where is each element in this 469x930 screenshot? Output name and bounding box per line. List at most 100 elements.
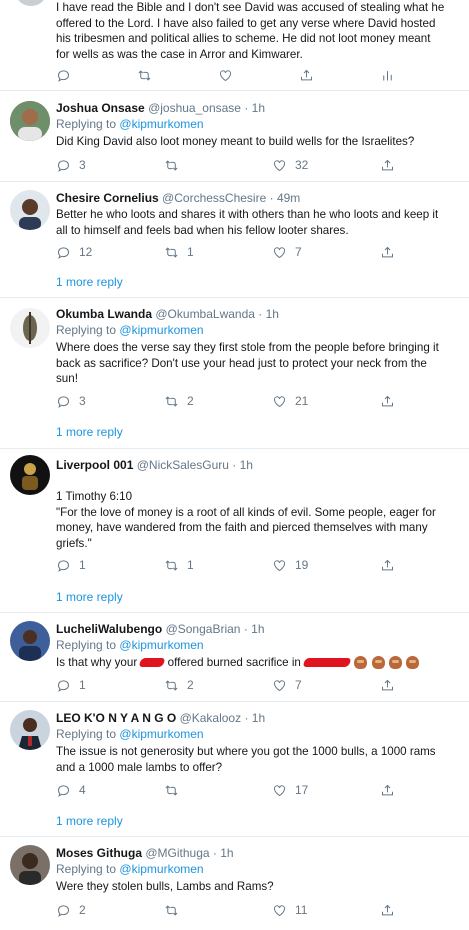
like-button[interactable]: 19: [272, 557, 308, 573]
mention-link[interactable]: @kipmurkomen: [119, 638, 203, 652]
tweet-text-line: money, have wandered from the faith and …: [56, 521, 428, 534]
retweet-button[interactable]: 1: [164, 557, 194, 573]
mention-link[interactable]: @kipmurkomen: [119, 727, 203, 741]
share-icon: [380, 245, 395, 260]
retweet-button[interactable]: [137, 67, 152, 83]
user-handle[interactable]: @Kakalooz: [180, 711, 242, 725]
share-icon: [299, 68, 314, 83]
user-handle[interactable]: @MGithuga: [145, 846, 209, 860]
avatar[interactable]: [10, 710, 50, 750]
avatar[interactable]: [10, 101, 50, 141]
reply-button[interactable]: 3: [56, 157, 86, 173]
reply-tweet[interactable]: Liverpool 001 @NickSalesGuru · 1h 1 Timo…: [0, 449, 469, 613]
avatar[interactable]: [10, 845, 50, 885]
user-handle[interactable]: @SongaBrian: [166, 622, 241, 636]
like-button[interactable]: 7: [272, 677, 302, 693]
redaction-mark: [138, 658, 167, 668]
reply-tweet[interactable]: Joshua Onsase @joshua_onsase · 1h Replyi…: [0, 91, 469, 182]
display-name[interactable]: LucheliWalubengo: [56, 622, 162, 636]
show-more-replies-link[interactable]: 1 more reply: [56, 425, 123, 439]
user-handle[interactable]: @OkumbaLwanda: [155, 307, 255, 321]
analytics-button[interactable]: [380, 67, 395, 83]
reply-icon: [56, 158, 71, 173]
like-button[interactable]: 17: [272, 782, 308, 798]
display-name[interactable]: Moses Githuga: [56, 846, 142, 860]
retweet-button[interactable]: [164, 902, 187, 918]
show-more-replies-link[interactable]: 1 more reply: [56, 814, 123, 828]
reply-tweet[interactable]: Chesire Cornelius @CorchessChesire · 49m…: [0, 182, 469, 298]
user-handle[interactable]: @NickSalesGuru: [137, 458, 229, 472]
tweet-header: Joshua Onsase @joshua_onsase · 1h: [56, 101, 265, 116]
show-more-replies-link[interactable]: 1 more reply: [56, 275, 123, 289]
parent-tweet[interactable]: I have read the Bible and I don't see Da…: [0, 0, 469, 91]
timestamp[interactable]: · 1h: [244, 622, 265, 636]
reply-icon: [56, 678, 71, 693]
reply-tweet[interactable]: Okumba Lwanda @OkumbaLwanda · 1h Replyin…: [0, 298, 469, 449]
share-button[interactable]: [380, 557, 395, 573]
retweet-count: 2: [187, 394, 194, 408]
avatar[interactable]: [16, 0, 46, 6]
reply-button[interactable]: 4: [56, 782, 86, 798]
reply-button[interactable]: 2: [56, 902, 86, 918]
reply-button[interactable]: [56, 67, 71, 83]
avatar[interactable]: [10, 308, 50, 348]
tweet-text-line: griefs.": [56, 536, 92, 550]
user-handle[interactable]: @joshua_onsase: [148, 101, 241, 115]
reply-icon: [56, 245, 71, 260]
retweet-button[interactable]: 2: [164, 393, 194, 409]
display-name[interactable]: Okumba Lwanda: [56, 307, 152, 321]
timestamp[interactable]: · 49m: [270, 191, 301, 205]
avatar[interactable]: [10, 621, 50, 661]
display-name[interactable]: Chesire Cornelius: [56, 191, 159, 205]
retweet-icon: [164, 245, 179, 260]
avatar[interactable]: [10, 455, 50, 495]
mention-link[interactable]: @kipmurkomen: [119, 323, 203, 337]
tweet-actions: 1 2 7: [56, 677, 456, 693]
share-button[interactable]: [380, 902, 395, 918]
share-button[interactable]: [299, 67, 314, 83]
timestamp[interactable]: · 1h: [232, 458, 253, 472]
tweet-header: Chesire Cornelius @CorchessChesire · 49m: [56, 191, 300, 206]
like-button[interactable]: 32: [272, 157, 308, 173]
reply-button[interactable]: 1: [56, 557, 86, 573]
show-more-replies-link[interactable]: 1 more reply: [56, 590, 123, 604]
tweet-text: I have read the Bible and I don't see Da…: [56, 0, 461, 62]
like-button[interactable]: 7: [272, 244, 302, 260]
reply-button[interactable]: 12: [56, 244, 92, 260]
timestamp[interactable]: · 1h: [244, 101, 265, 115]
like-button[interactable]: 21: [272, 393, 308, 409]
like-button[interactable]: 11: [272, 902, 307, 918]
tweet-actions: 3 2 21: [56, 393, 456, 409]
reply-tweet[interactable]: LEO K'O N Y A N G O @Kakalooz · 1h Reply…: [0, 702, 469, 837]
tweet-actions: 1 1 19: [56, 557, 456, 573]
reply-tweet[interactable]: Moses Githuga @MGithuga · 1h Replying to…: [0, 837, 469, 930]
share-button[interactable]: [380, 677, 395, 693]
reply-button[interactable]: 1: [56, 677, 86, 693]
reply-tweet[interactable]: LucheliWalubengo @SongaBrian · 1h Replyi…: [0, 613, 469, 702]
timestamp[interactable]: · 1h: [213, 846, 234, 860]
share-button[interactable]: [380, 393, 395, 409]
like-button[interactable]: [218, 67, 233, 83]
retweet-button[interactable]: [164, 782, 187, 798]
retweet-button[interactable]: [164, 157, 187, 173]
timestamp[interactable]: · 1h: [258, 307, 279, 321]
display-name[interactable]: LEO K'O N Y A N G O: [56, 711, 176, 725]
retweet-button[interactable]: 2: [164, 677, 194, 693]
share-button[interactable]: [380, 244, 395, 260]
reply-button[interactable]: 3: [56, 393, 86, 409]
mention-link[interactable]: @kipmurkomen: [119, 862, 203, 876]
timestamp[interactable]: · 1h: [244, 711, 265, 725]
tweet-text-line: for wells as was the case in Arror and K…: [56, 47, 303, 61]
share-button[interactable]: [380, 782, 395, 798]
retweet-button[interactable]: 1: [164, 244, 194, 260]
replying-to: Replying to @kipmurkomen: [56, 727, 204, 742]
avatar[interactable]: [10, 190, 50, 230]
see-no-evil-monkey-icon: [354, 656, 368, 670]
user-handle[interactable]: @CorchessChesire: [162, 191, 266, 205]
display-name[interactable]: Liverpool 001: [56, 458, 133, 472]
display-name[interactable]: Joshua Onsase: [56, 101, 145, 115]
share-button[interactable]: [380, 157, 395, 173]
like-count: 7: [295, 678, 302, 692]
mention-link[interactable]: @kipmurkomen: [119, 117, 203, 131]
tweet-text: The issue is not generosity but where yo…: [56, 744, 461, 775]
